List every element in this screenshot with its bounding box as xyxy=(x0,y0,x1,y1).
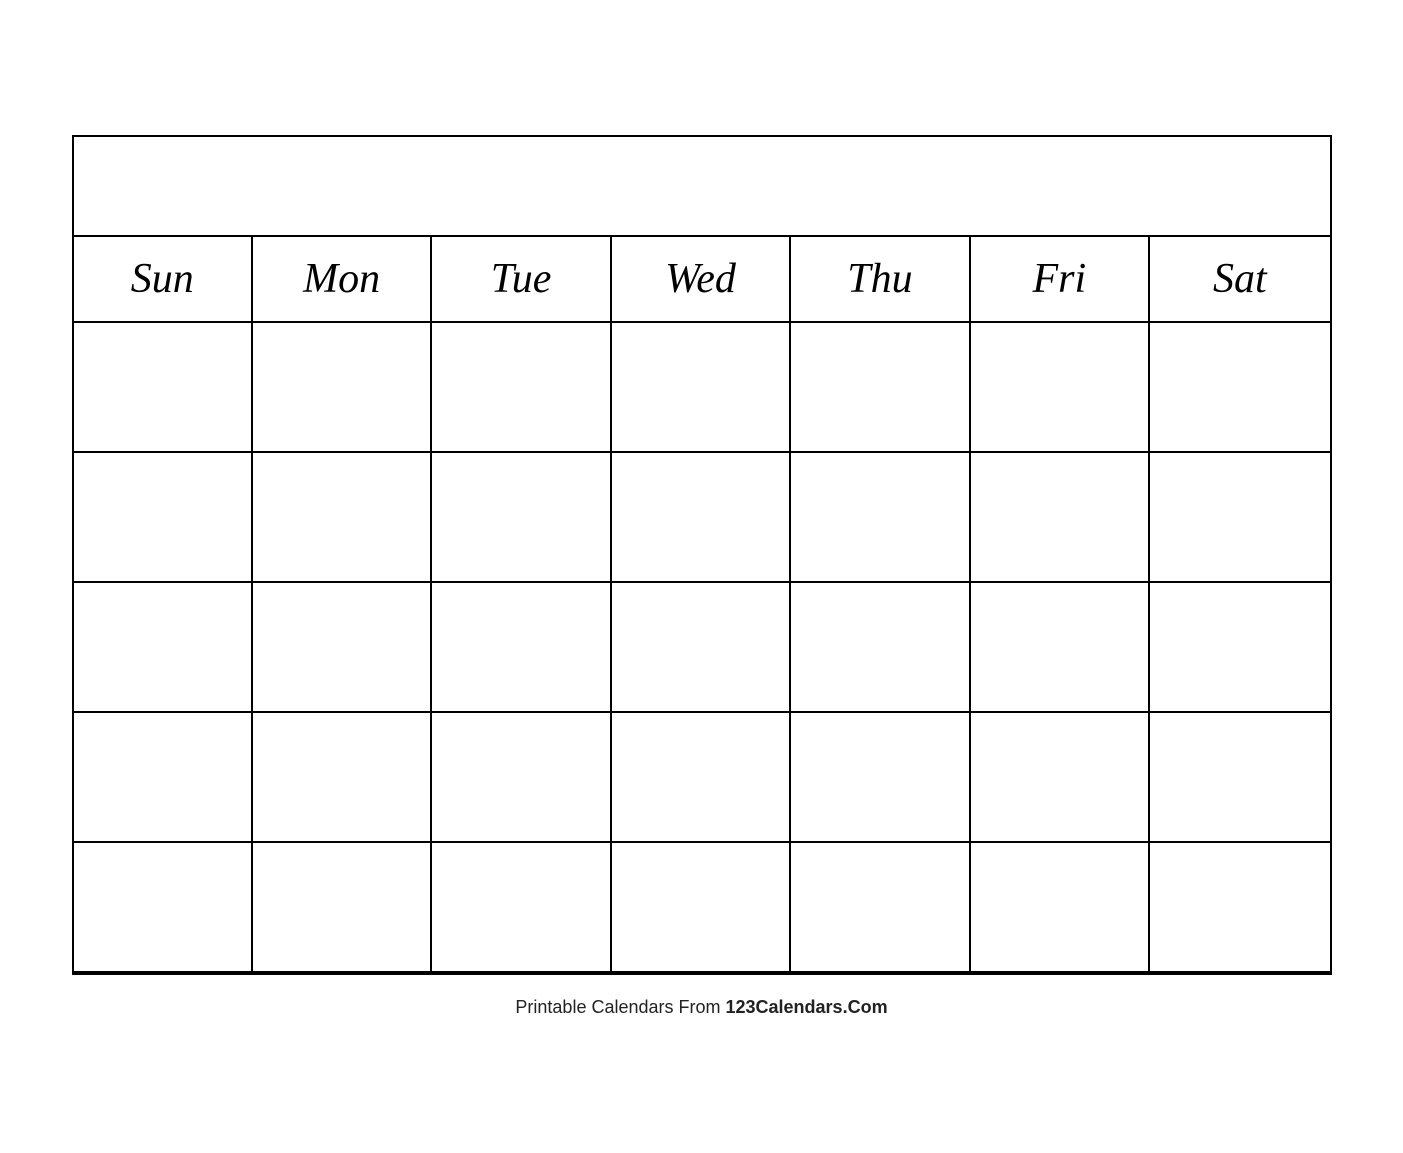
calendar-header: Sun Mon Tue Wed Thu Fri Sat xyxy=(74,237,1330,323)
calendar-cell xyxy=(1150,843,1329,973)
calendar-cell xyxy=(971,583,1150,713)
calendar-cell xyxy=(612,323,791,453)
calendar-title-row xyxy=(74,137,1330,237)
calendar-cell xyxy=(253,713,432,843)
day-header-thu: Thu xyxy=(791,237,970,321)
day-header-sun: Sun xyxy=(74,237,253,321)
calendar-cell xyxy=(791,843,970,973)
calendar-cell xyxy=(791,323,970,453)
calendar-cell xyxy=(432,583,611,713)
calendar-cell xyxy=(971,323,1150,453)
footer: Printable Calendars From 123Calendars.Co… xyxy=(72,997,1332,1018)
day-header-wed: Wed xyxy=(612,237,791,321)
footer-brand: 123Calendars.Com xyxy=(726,997,888,1017)
calendar-cell xyxy=(74,843,253,973)
calendar-cell xyxy=(791,713,970,843)
calendar-cell xyxy=(612,713,791,843)
calendar-cell xyxy=(253,583,432,713)
calendar-cell xyxy=(74,583,253,713)
day-header-sat: Sat xyxy=(1150,237,1329,321)
calendar-cell xyxy=(432,713,611,843)
calendar-cell xyxy=(253,843,432,973)
calendar-cell xyxy=(1150,713,1329,843)
calendar-cell xyxy=(612,843,791,973)
calendar-cell xyxy=(1150,583,1329,713)
calendar-cell xyxy=(432,843,611,973)
calendar-cell xyxy=(971,843,1150,973)
calendar-cell xyxy=(612,453,791,583)
calendar-cell xyxy=(612,583,791,713)
calendar-cell xyxy=(432,323,611,453)
calendar-cell xyxy=(74,323,253,453)
calendar-cell xyxy=(1150,453,1329,583)
page-container: Sun Mon Tue Wed Thu Fri Sat xyxy=(52,115,1352,1038)
day-header-tue: Tue xyxy=(432,237,611,321)
calendar-cell xyxy=(253,453,432,583)
calendar-cell xyxy=(74,453,253,583)
day-header-mon: Mon xyxy=(253,237,432,321)
calendar-cell xyxy=(74,713,253,843)
calendar-cell xyxy=(791,453,970,583)
footer-prefix: Printable Calendars From xyxy=(515,997,725,1017)
calendar-cell xyxy=(971,453,1150,583)
calendar-cell xyxy=(253,323,432,453)
calendar-cell xyxy=(791,583,970,713)
calendar-wrapper: Sun Mon Tue Wed Thu Fri Sat xyxy=(72,135,1332,975)
calendar-cell xyxy=(971,713,1150,843)
calendar-cell xyxy=(1150,323,1329,453)
calendar-cell xyxy=(432,453,611,583)
calendar-grid xyxy=(74,323,1330,973)
day-header-fri: Fri xyxy=(971,237,1150,321)
